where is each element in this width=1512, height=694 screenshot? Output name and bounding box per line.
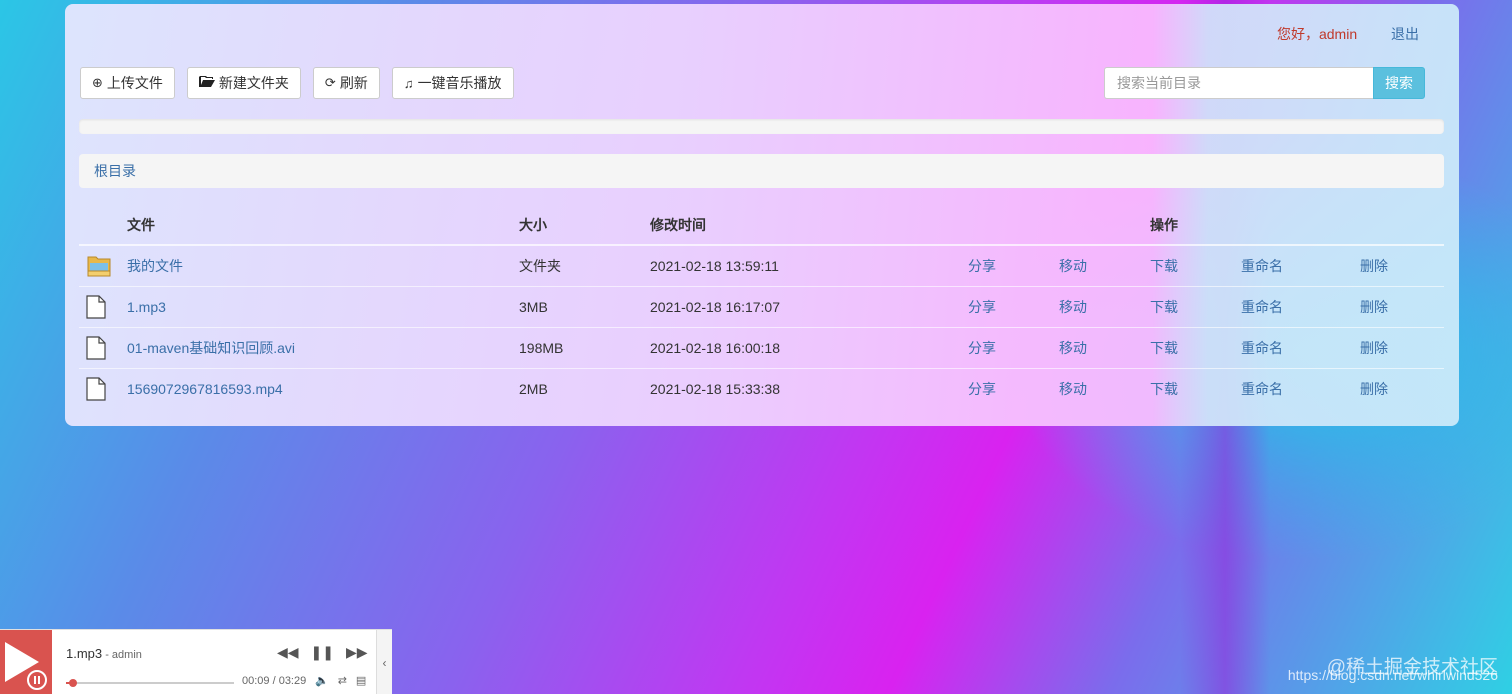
player-time: 00:09 / 03:29 <box>242 675 307 687</box>
watermark-csdn: https://blog.csdn.net/whirlwind526 <box>1287 667 1498 683</box>
delete-link[interactable]: 删除 <box>1360 299 1388 315</box>
pause-icon[interactable] <box>27 670 47 690</box>
header-actions: 操作 <box>1150 205 1241 246</box>
download-link[interactable]: 下载 <box>1150 258 1178 274</box>
file-size: 2MB <box>519 367 650 409</box>
header-spacer <box>1360 205 1444 246</box>
file-icon <box>86 377 127 401</box>
new-folder-button[interactable]: 新建文件夹 <box>186 67 301 99</box>
logout-link[interactable]: 退出 <box>1391 26 1419 42</box>
file-name-link[interactable]: 01-maven基础知识回顾.avi <box>127 340 295 356</box>
play-all-music-button[interactable]: ♫ 一键音乐播放 <box>391 67 514 99</box>
folder-icon <box>86 254 127 278</box>
upload-progress-bar <box>79 119 1444 134</box>
header-modified: 修改时间 <box>650 205 968 246</box>
upload-icon: ⊕ <box>92 75 103 90</box>
header-spacer <box>968 205 1059 246</box>
file-icon <box>86 294 127 319</box>
delete-link[interactable]: 删除 <box>1360 258 1388 274</box>
table-row: 1569072967816593.mp4 2MB 2021-02-18 15:3… <box>79 367 1444 409</box>
folder-open-icon <box>198 75 215 91</box>
download-link[interactable]: 下载 <box>1150 340 1178 356</box>
header-spacer <box>1059 205 1150 246</box>
rename-link[interactable]: 重命名 <box>1241 381 1283 397</box>
file-size: 3MB <box>519 285 650 327</box>
breadcrumb-root-link[interactable]: 根目录 <box>94 161 136 181</box>
file-name-link[interactable]: 1569072967816593.mp4 <box>127 381 283 397</box>
user-bar: 您好，admin 退出 <box>1277 24 1419 44</box>
file-name-link[interactable]: 1.mp3 <box>127 299 166 315</box>
share-link[interactable]: 分享 <box>968 258 996 274</box>
upload-button[interactable]: ⊕ 上传文件 <box>80 67 175 99</box>
download-link[interactable]: 下载 <box>1150 381 1178 397</box>
search-button[interactable]: 搜索 <box>1373 67 1425 99</box>
file-name-link[interactable]: 我的文件 <box>127 258 183 274</box>
share-link[interactable]: 分享 <box>968 381 996 397</box>
new-folder-label: 新建文件夹 <box>218 75 289 91</box>
share-link[interactable]: 分享 <box>968 299 996 315</box>
search-bar: 搜索 <box>1104 67 1425 99</box>
file-size: 198MB <box>519 326 650 368</box>
file-modified: 2021-02-18 16:00:18 <box>650 326 968 368</box>
repeat-icon[interactable]: ⇄ <box>338 674 347 687</box>
previous-icon[interactable]: ◀◀ <box>277 644 299 661</box>
file-modified: 2021-02-18 16:17:07 <box>650 285 968 327</box>
toolbar: ⊕ 上传文件 新建文件夹 ⟳ 刷新 ♫ 一键音乐播放 <box>80 67 514 99</box>
pause-button-icon[interactable]: ❚❚ <box>311 644 334 661</box>
music-note-icon: ♫ <box>403 75 414 91</box>
player-cover[interactable] <box>0 630 52 694</box>
refresh-label: 刷新 <box>339 75 368 91</box>
move-link[interactable]: 移动 <box>1059 381 1087 397</box>
play-all-music-label: 一键音乐播放 <box>417 75 502 91</box>
player-progress-handle[interactable] <box>69 679 78 687</box>
table-row: 1.mp3 3MB 2021-02-18 16:17:07 分享 移动 下载 重… <box>79 285 1444 327</box>
delete-link[interactable]: 删除 <box>1360 381 1388 397</box>
table-row: 我的文件 文件夹 2021-02-18 13:59:11 分享 移动 下载 重命… <box>79 245 1444 286</box>
volume-icon[interactable]: 🔈 <box>315 674 329 687</box>
rename-link[interactable]: 重命名 <box>1241 340 1283 356</box>
lyrics-icon[interactable]: ▤ <box>356 674 366 687</box>
header-size: 大小 <box>519 205 650 246</box>
delete-link[interactable]: 删除 <box>1360 340 1388 356</box>
file-icon <box>86 335 127 360</box>
header-icon-col <box>79 205 127 246</box>
header-spacer <box>1241 205 1360 246</box>
header-file: 文件 <box>127 205 519 246</box>
player-controls: ◀◀ ❚❚ ▶▶ <box>277 644 368 661</box>
collapse-player-icon[interactable]: ‹ <box>376 630 392 694</box>
file-table: 文件 大小 修改时间 操作 我的文件 文件夹 2021-02-18 13:59:… <box>79 205 1444 409</box>
file-modified: 2021-02-18 15:33:38 <box>650 367 968 409</box>
music-player: 1.mp3 - admin ◀◀ ❚❚ ▶▶ 00:09 / 03:29 🔈 ⇄… <box>0 629 392 694</box>
player-progress-bar[interactable] <box>66 679 234 687</box>
move-link[interactable]: 移动 <box>1059 258 1087 274</box>
table-row: 01-maven基础知识回顾.avi 198MB 2021-02-18 16:0… <box>79 326 1444 368</box>
user-greeting: 您好，admin <box>1276 26 1358 42</box>
track-name: 1.mp3 <box>66 646 103 661</box>
upload-label: 上传文件 <box>106 75 163 91</box>
share-link[interactable]: 分享 <box>968 340 996 356</box>
file-size: 文件夹 <box>519 257 561 274</box>
move-link[interactable]: 移动 <box>1059 340 1087 356</box>
track-author: - admin <box>102 649 142 661</box>
search-input[interactable] <box>1104 67 1373 99</box>
file-manager-panel: 您好，admin 退出 ⊕ 上传文件 新建文件夹 ⟳ 刷新 ♫ 一键音乐播放 搜… <box>65 4 1459 426</box>
table-header-row: 文件 大小 修改时间 操作 <box>79 205 1444 246</box>
rename-link[interactable]: 重命名 <box>1241 258 1283 274</box>
download-link[interactable]: 下载 <box>1150 299 1178 315</box>
refresh-icon: ⟳ <box>324 75 336 90</box>
refresh-button[interactable]: ⟳ 刷新 <box>312 67 380 99</box>
file-modified: 2021-02-18 13:59:11 <box>650 257 779 274</box>
move-link[interactable]: 移动 <box>1059 299 1087 315</box>
next-icon[interactable]: ▶▶ <box>346 644 368 661</box>
track-title: 1.mp3 - admin <box>66 646 142 661</box>
breadcrumb: 根目录 <box>79 154 1444 188</box>
rename-link[interactable]: 重命名 <box>1241 299 1283 315</box>
